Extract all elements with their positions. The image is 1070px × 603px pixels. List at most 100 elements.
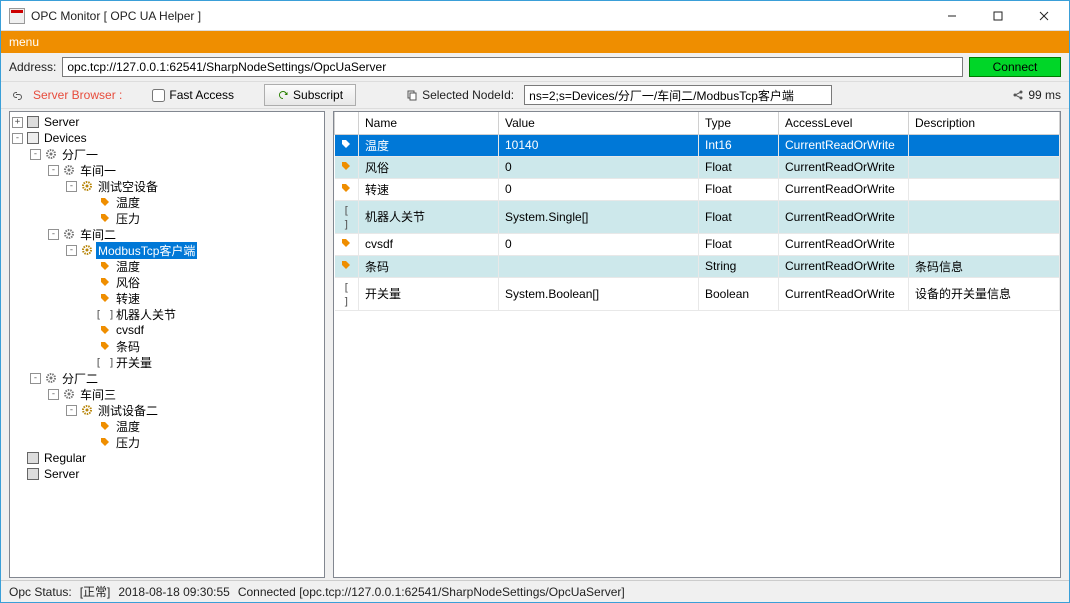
col-access[interactable]: AccessLevel — [779, 112, 909, 134]
minimize-button[interactable] — [929, 2, 975, 30]
tag-icon — [341, 182, 351, 196]
cell-name: 机器人关节 — [359, 200, 499, 233]
table-row[interactable]: 转速0FloatCurrentReadOrWrite — [335, 178, 1060, 200]
window-title: OPC Monitor [ OPC UA Helper ] — [31, 9, 929, 23]
row-icon — [335, 255, 359, 277]
tree-node[interactable]: 测试空设备 — [96, 178, 160, 195]
close-button[interactable] — [1021, 2, 1067, 30]
server-icon — [26, 115, 40, 129]
tree-node-selected[interactable]: ModbusTcp客户端 — [96, 242, 197, 259]
status-message: Connected [opc.tcp://127.0.0.1:62541/Sha… — [238, 585, 625, 599]
tree-toggle[interactable]: - — [48, 165, 59, 176]
subscript-button[interactable]: Subscript — [264, 84, 356, 106]
tree-leaf[interactable]: 压力 — [114, 434, 142, 451]
tree-node[interactable]: Regular — [42, 451, 88, 465]
tree-node[interactable]: 测试设备二 — [96, 402, 160, 419]
tree-leaf[interactable]: 温度 — [114, 194, 142, 211]
connect-button[interactable]: Connect — [969, 57, 1061, 77]
tree-toggle[interactable]: - — [12, 133, 23, 144]
table-row[interactable]: 风俗0FloatCurrentReadOrWrite — [335, 156, 1060, 178]
tag-icon — [98, 195, 112, 209]
tree-leaf[interactable]: 条码 — [114, 338, 142, 355]
statusbar: Opc Status: [正常] 2018-08-18 09:30:55 Con… — [1, 580, 1069, 602]
tree-leaf[interactable]: cvsdf — [114, 323, 146, 337]
cell-type: Int16 — [699, 134, 779, 156]
col-type[interactable]: Type — [699, 112, 779, 134]
table-row[interactable]: 条码StringCurrentReadOrWrite条码信息 — [335, 255, 1060, 277]
cell-access: CurrentReadOrWrite — [779, 200, 909, 233]
col-value[interactable]: Value — [499, 112, 699, 134]
tree-node[interactable]: 分厂二 — [60, 370, 100, 387]
table-row[interactable]: [ ]开关量System.Boolean[]BooleanCurrentRead… — [335, 277, 1060, 310]
table-panel[interactable]: Name Value Type AccessLevel Description … — [333, 111, 1061, 578]
tag-icon — [341, 160, 351, 174]
link-icon — [9, 88, 23, 102]
status-time: 2018-08-18 09:30:55 — [118, 585, 229, 599]
tree-leaf[interactable]: 转速 — [114, 290, 142, 307]
tree-node[interactable]: Devices — [42, 131, 89, 145]
nodeid-input[interactable] — [524, 85, 832, 105]
menu-item[interactable]: menu — [9, 35, 39, 49]
cell-name: 转速 — [359, 178, 499, 200]
array-icon: [ ] — [98, 307, 112, 321]
tree-node[interactable]: Server — [42, 115, 81, 129]
tree-node[interactable]: 分厂一 — [60, 146, 100, 163]
tree-leaf[interactable]: 压力 — [114, 210, 142, 227]
tree-toggle[interactable]: - — [48, 389, 59, 400]
tree-toggle[interactable]: - — [30, 149, 41, 160]
cell-value: 0 — [499, 178, 699, 200]
tree-toggle[interactable]: - — [48, 229, 59, 240]
tree-panel[interactable]: +Server -Devices -分厂一 -车间一 -测试空设备 — [9, 111, 325, 578]
tag-icon — [98, 275, 112, 289]
cell-desc: 条码信息 — [909, 255, 1060, 277]
table-row[interactable]: cvsdf0FloatCurrentReadOrWrite — [335, 233, 1060, 255]
address-label: Address: — [9, 60, 56, 74]
tree-leaf[interactable]: 开关量 — [114, 354, 154, 371]
tree-leaf[interactable]: 温度 — [114, 418, 142, 435]
tree-node[interactable]: 车间一 — [78, 162, 118, 179]
tag-icon — [98, 339, 112, 353]
col-name[interactable]: Name — [359, 112, 499, 134]
tag-icon — [341, 237, 351, 251]
cell-name: 条码 — [359, 255, 499, 277]
cell-type: Boolean — [699, 277, 779, 310]
cell-value: System.Single[] — [499, 200, 699, 233]
address-input[interactable] — [62, 57, 963, 77]
share-icon — [1012, 89, 1024, 101]
copy-icon — [406, 89, 418, 101]
gear-icon — [62, 163, 76, 177]
tree-leaf[interactable]: 机器人关节 — [114, 306, 178, 323]
tree-leaf[interactable]: 风俗 — [114, 274, 142, 291]
tree-toggle[interactable]: - — [30, 373, 41, 384]
gear-icon — [80, 243, 94, 257]
table-row[interactable]: 温度10140Int16CurrentReadOrWrite — [335, 134, 1060, 156]
tag-icon — [98, 211, 112, 225]
cell-value — [499, 255, 699, 277]
status-label: Opc Status: — [9, 585, 72, 599]
cell-name: 温度 — [359, 134, 499, 156]
tree-leaf[interactable]: 温度 — [114, 258, 142, 275]
tree-toggle[interactable]: - — [66, 405, 77, 416]
cell-desc — [909, 178, 1060, 200]
fast-access-checkbox[interactable]: Fast Access — [152, 88, 234, 102]
menubar: menu — [1, 31, 1069, 53]
tree-toggle[interactable]: + — [12, 117, 23, 128]
tree-node[interactable]: 车间三 — [78, 386, 118, 403]
cell-desc — [909, 156, 1060, 178]
cell-type: Float — [699, 178, 779, 200]
server-browser-label: Server Browser : — [33, 88, 122, 102]
maximize-button[interactable] — [975, 2, 1021, 30]
fast-access-input[interactable] — [152, 89, 165, 102]
gear-icon — [80, 403, 94, 417]
tag-icon — [98, 291, 112, 305]
tree-node[interactable]: 车间二 — [78, 226, 118, 243]
cell-type: Float — [699, 156, 779, 178]
table-row[interactable]: [ ]机器人关节System.Single[]FloatCurrentReadO… — [335, 200, 1060, 233]
col-icon[interactable] — [335, 112, 359, 134]
cell-access: CurrentReadOrWrite — [779, 277, 909, 310]
tree-toggle[interactable]: - — [66, 245, 77, 256]
tree-node[interactable]: Server — [42, 467, 81, 481]
tree-toggle[interactable]: - — [66, 181, 77, 192]
cell-desc — [909, 233, 1060, 255]
col-desc[interactable]: Description — [909, 112, 1060, 134]
